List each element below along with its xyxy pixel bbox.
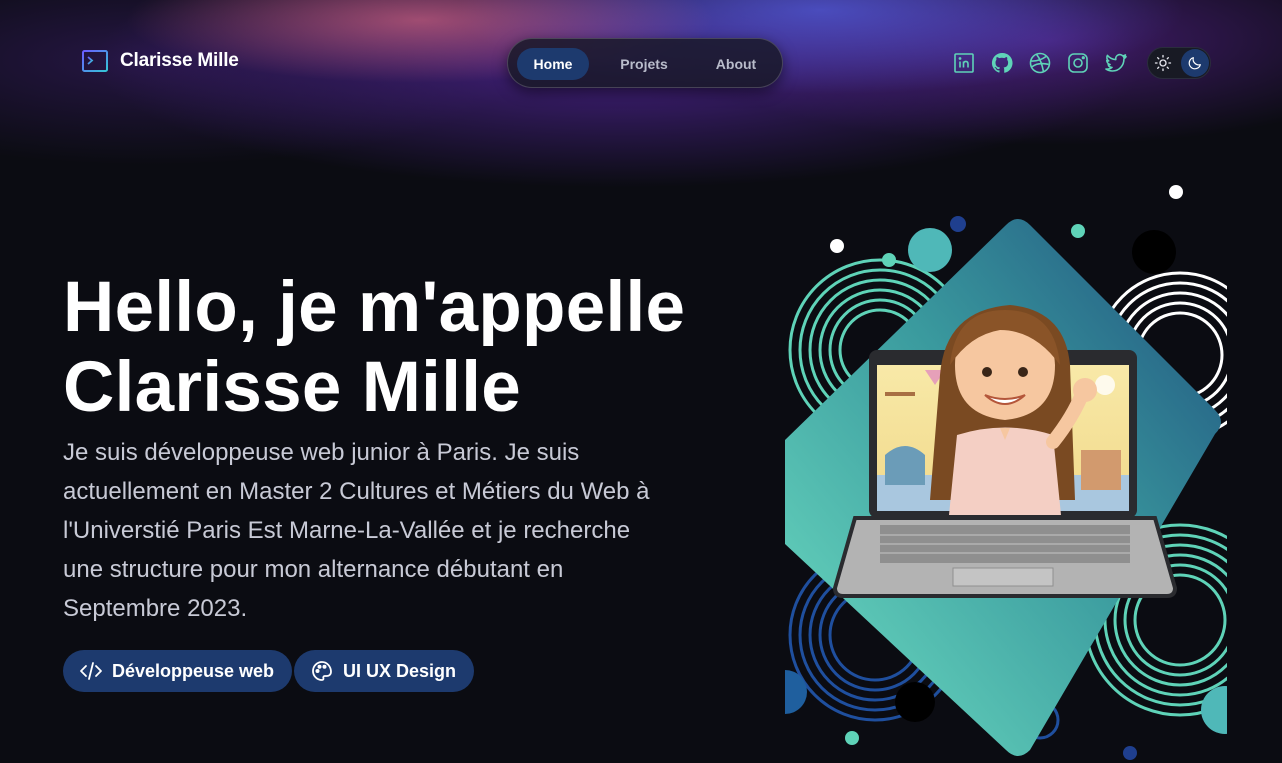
brand-name: Clarisse Mille <box>120 50 239 71</box>
hero-intro: Je suis développeuse web junior à Paris.… <box>63 439 650 622</box>
hero-title-line1: Hello, je m'appelle <box>63 268 686 347</box>
brand-logo[interactable]: Clarisse Mille <box>82 50 239 72</box>
theme-toggle-knob <box>1181 49 1209 77</box>
avatar-laptop-illustration <box>785 185 1227 760</box>
theme-toggle[interactable] <box>1147 47 1211 79</box>
instagram-icon[interactable] <box>1066 51 1090 75</box>
chip-web-dev-label: Développeuse web <box>112 660 275 681</box>
chip-ui-ux-label: UI UX Design <box>343 660 457 681</box>
main-nav: Home Projets About <box>507 38 783 88</box>
dribbble-icon[interactable] <box>1028 51 1052 75</box>
chip-web-dev[interactable]: Développeuse web <box>63 650 293 692</box>
hero-title-line2: Clarisse Mille <box>63 348 522 427</box>
nav-home[interactable]: Home <box>517 48 589 80</box>
linkedin-icon[interactable] <box>952 51 976 75</box>
chip-ui-ux[interactable]: UI UX Design <box>294 650 475 692</box>
terminal-icon <box>82 50 108 72</box>
hero-title: Hello, je m'appelle Clarisse Mille <box>63 268 685 428</box>
nav-projets[interactable]: Projets <box>608 48 680 80</box>
nav-about[interactable]: About <box>700 48 772 80</box>
code-icon <box>80 662 102 680</box>
moon-icon <box>1188 57 1201 70</box>
twitter-icon[interactable] <box>1104 51 1128 75</box>
sun-icon <box>1154 54 1172 72</box>
palette-icon <box>312 661 332 681</box>
github-icon[interactable] <box>990 51 1014 75</box>
